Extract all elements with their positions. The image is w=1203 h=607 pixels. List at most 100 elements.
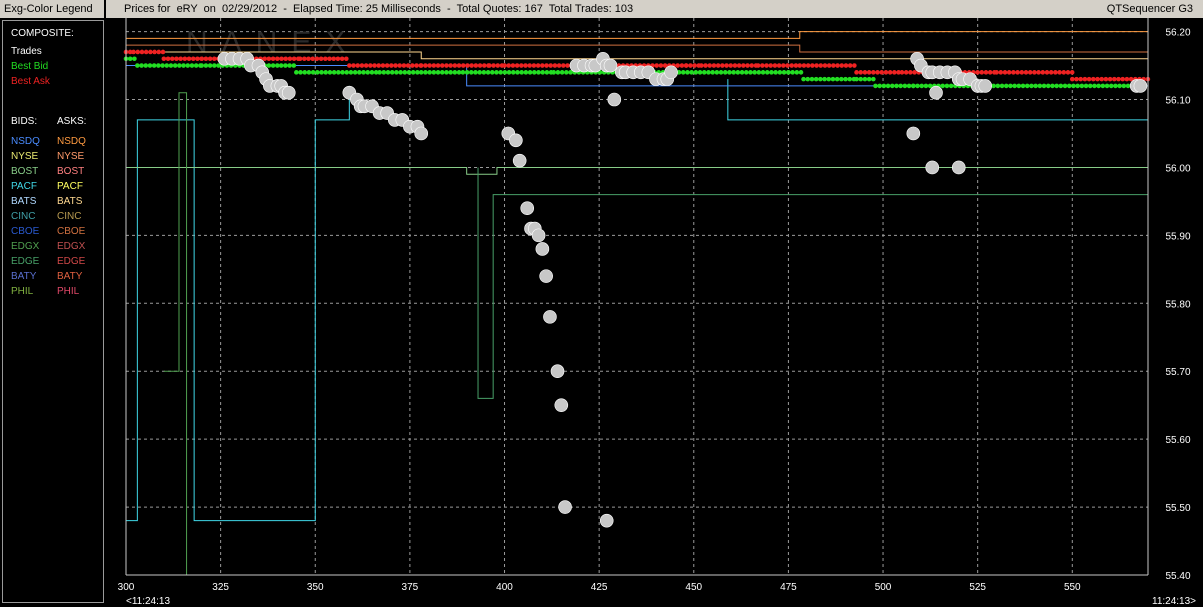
best-ask-point xyxy=(527,63,533,68)
best-ask-point xyxy=(456,63,462,68)
best-ask-point xyxy=(335,56,341,62)
best-ask-point xyxy=(283,56,289,62)
trade-point xyxy=(925,160,940,175)
legend-bid-cinc: CINC xyxy=(11,211,36,222)
best-bid-point xyxy=(464,70,470,75)
best-bid-point xyxy=(551,70,557,75)
best-bid-point xyxy=(1058,83,1064,89)
best-bid-point xyxy=(287,63,292,68)
best-ask-point xyxy=(1111,76,1117,82)
best-ask-point xyxy=(979,70,985,75)
x-tick-label: 550 xyxy=(1064,582,1081,593)
trade-point xyxy=(664,65,678,80)
legend-ask-baty: BATY xyxy=(57,271,83,282)
trade-point xyxy=(531,228,546,243)
best-bid-point xyxy=(160,63,165,68)
best-bid-point xyxy=(735,70,741,75)
best-ask-point xyxy=(561,63,566,68)
trade-point xyxy=(509,133,523,148)
best-bid-point xyxy=(485,70,491,75)
best-ask-point xyxy=(1074,76,1079,82)
best-ask-point xyxy=(1090,76,1096,82)
trade-point xyxy=(520,201,535,215)
best-bid-point xyxy=(889,83,895,89)
best-ask-point xyxy=(789,63,795,68)
best-ask-point xyxy=(169,56,175,62)
best-ask-point xyxy=(654,63,660,68)
best-bid-point xyxy=(506,70,512,75)
legend-bid-edge: EDGE xyxy=(11,256,40,267)
best-bid-point xyxy=(340,70,345,75)
best-bid-point xyxy=(460,70,466,75)
best-ask-point xyxy=(359,63,365,68)
best-ask-point xyxy=(847,63,853,68)
best-bid-point xyxy=(1071,83,1076,89)
best-ask-point xyxy=(389,63,394,68)
legend-bid-pacf: PACF xyxy=(11,181,37,192)
best-bid-point xyxy=(1087,83,1093,89)
x-tick-label: 475 xyxy=(780,582,797,593)
best-ask-point xyxy=(699,63,704,68)
best-ask-point xyxy=(339,56,345,62)
best-bid-point xyxy=(1075,83,1080,89)
best-ask-point xyxy=(351,63,356,68)
best-ask-point xyxy=(160,49,166,55)
best-bid-point xyxy=(494,70,499,75)
trade-point xyxy=(603,58,618,73)
legend-ask-nsdq: NSDQ xyxy=(57,136,86,147)
best-bid-point xyxy=(919,83,925,89)
best-ask-point xyxy=(658,63,664,68)
best-ask-point xyxy=(749,63,755,68)
best-ask-point xyxy=(983,70,989,75)
best-ask-point xyxy=(1120,76,1125,82)
best-ask-point xyxy=(814,63,819,68)
best-bid-point xyxy=(177,63,182,68)
best-ask-point xyxy=(418,63,424,68)
best-bid-point xyxy=(203,63,209,68)
best-ask-point xyxy=(755,63,761,68)
best-bid-point xyxy=(410,70,416,75)
best-bid-point xyxy=(361,70,366,75)
best-bid-point xyxy=(915,83,920,89)
best-bid-point xyxy=(1062,83,1068,89)
best-ask-point xyxy=(152,49,157,55)
best-bid-point xyxy=(1041,83,1047,89)
best-ask-point xyxy=(310,56,316,62)
best-bid-point xyxy=(839,76,844,82)
best-ask-point xyxy=(465,63,470,68)
best-ask-point xyxy=(724,63,729,68)
best-bid-point xyxy=(885,83,891,89)
legend-ask-cboe: CBOE xyxy=(57,226,86,237)
best-bid-point xyxy=(798,70,804,75)
best-ask-point xyxy=(732,63,738,68)
best-ask-point xyxy=(887,70,893,75)
best-bid-point xyxy=(540,70,545,75)
best-ask-point xyxy=(414,63,419,68)
exchange-legend: COMPOSITE: Trades Best Bid Best Ask BIDS… xyxy=(2,20,104,603)
best-ask-point xyxy=(195,56,200,62)
best-bid-point xyxy=(760,70,766,75)
best-bid-point xyxy=(1054,83,1059,89)
best-ask-point xyxy=(688,63,693,68)
best-bid-point xyxy=(1029,83,1034,89)
best-ask-point xyxy=(810,63,815,68)
chart-title-bar: Prices for eRY on 02/29/2012 - Elapsed T… xyxy=(106,0,1203,18)
best-ask-point xyxy=(1069,70,1075,75)
best-bid-point xyxy=(306,70,312,75)
best-ask-point xyxy=(715,63,721,68)
best-bid-point xyxy=(847,76,853,82)
best-ask-point xyxy=(372,63,377,68)
best-ask-point xyxy=(397,63,403,68)
best-ask-point xyxy=(552,63,558,68)
best-bid-point xyxy=(680,70,686,75)
best-ask-point xyxy=(540,63,545,68)
best-ask-point xyxy=(1061,70,1067,75)
best-bid-point xyxy=(748,70,753,75)
best-ask-point xyxy=(207,56,213,62)
best-bid-point xyxy=(291,63,297,68)
best-bid-point xyxy=(790,70,795,75)
best-bid-point xyxy=(327,70,333,75)
best-ask-point xyxy=(410,63,415,68)
best-bid-point xyxy=(278,63,284,68)
best-bid-point xyxy=(498,70,503,75)
